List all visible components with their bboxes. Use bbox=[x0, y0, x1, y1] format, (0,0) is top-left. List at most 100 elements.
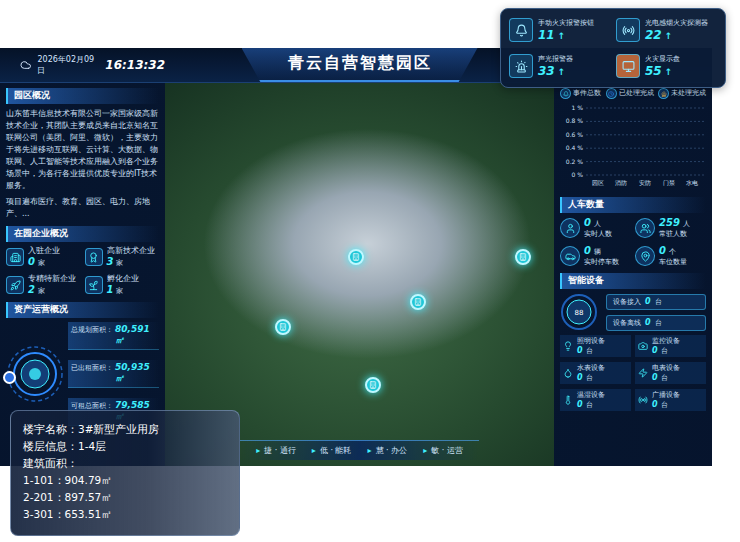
section-header: 在园企业概况 bbox=[6, 226, 159, 242]
enterprise-icon-box bbox=[6, 248, 24, 266]
device-icon bbox=[638, 341, 648, 351]
overview-text: 山东笛丰信息技术有限公司一家国家级高新技术企业，其团队主要成员来自北京知名互联网… bbox=[6, 108, 159, 192]
asset-section: 资产运营概况总规划面积：80,591㎡已出租面积：50,935㎡可租总面积：79… bbox=[6, 302, 159, 426]
value: 0 bbox=[577, 346, 583, 355]
value: 33 bbox=[538, 64, 555, 78]
enterprise-item: 入驻企业0家 bbox=[6, 246, 81, 268]
people-icon-box bbox=[635, 218, 655, 238]
unit: 个 bbox=[669, 247, 676, 257]
right-panel: 事件总数已处理完成未处理完成1 %0.8 %0.6 %0.4 %0.2 %0 %… bbox=[554, 83, 712, 466]
map-pin[interactable] bbox=[275, 319, 291, 335]
device-label: 水表设备 bbox=[577, 363, 605, 373]
enterprise-text: 孵化企业1家 bbox=[107, 274, 139, 296]
map-pin[interactable] bbox=[410, 294, 426, 310]
enterprise-value: 2家 bbox=[28, 284, 76, 296]
pill-value: 0 bbox=[645, 318, 651, 327]
legend-icon-box bbox=[560, 88, 571, 99]
enterprise-item: 高新技术企业3家 bbox=[85, 246, 160, 268]
x-tick: 门禁 bbox=[663, 179, 675, 186]
value: 0 bbox=[584, 217, 591, 228]
device-text: 温湿设备0台 bbox=[577, 390, 605, 410]
park-scene: ▸捷 · 通行 ▸ 低 · 能耗 ▸慧 · 办公 ▸敏 · 运营 bbox=[165, 83, 554, 466]
asset-label: 已出租面积： bbox=[71, 363, 113, 373]
trend: ↑ bbox=[558, 31, 566, 41]
people-label: 实时停车数 bbox=[584, 257, 619, 267]
device-text: 水表设备0台 bbox=[577, 363, 605, 383]
nav-item[interactable]: ▸捷 · 通行 bbox=[256, 445, 296, 456]
map-pin[interactable] bbox=[365, 377, 381, 393]
alarm-icon bbox=[515, 60, 528, 73]
device-value: 0台 bbox=[577, 400, 605, 410]
y-tick: 0.8 % bbox=[566, 117, 583, 124]
event-bar bbox=[596, 175, 600, 176]
unit: 台 bbox=[586, 373, 593, 383]
device-text: 电表设备0台 bbox=[652, 363, 680, 383]
nav-arrow: ▸ bbox=[312, 446, 316, 455]
section-header: 智能设备 bbox=[560, 273, 706, 289]
nav-item[interactable]: ▸ 低 · 能耗 bbox=[312, 445, 352, 456]
time: 16:13:32 bbox=[105, 58, 165, 72]
fire-alarm-card: 手动火灾报警按钮11↑光电感烟火灾探测器22↑声光报警器33↑火灾显示盘55↑ bbox=[500, 8, 726, 88]
event-bar bbox=[624, 175, 628, 176]
people-text: 0辆实时停车数 bbox=[584, 245, 619, 267]
enterprise-text: 入驻企业0家 bbox=[28, 246, 60, 268]
weather-icon bbox=[20, 59, 31, 71]
map-pin[interactable] bbox=[515, 249, 531, 265]
map-pin[interactable] bbox=[348, 249, 364, 265]
fire-text: 火灾显示盘55↑ bbox=[645, 54, 680, 78]
value: 55 bbox=[645, 64, 662, 78]
device-icon bbox=[563, 341, 573, 351]
trend: ↑ bbox=[665, 31, 673, 41]
fire-icon-box bbox=[616, 54, 640, 78]
section-header: 园区概况 bbox=[6, 88, 159, 104]
body: 园区概况山东笛丰信息技术有限公司一家国家级高新技术企业，其团队主要成员来自北京知… bbox=[0, 83, 712, 466]
park-image bbox=[165, 83, 554, 466]
overview-text: 项目遍布医疗、教育、园区、电力、房地产、... bbox=[6, 196, 159, 220]
alarm-icon bbox=[622, 60, 635, 73]
legend-label: 事件总数 bbox=[573, 89, 601, 98]
people-icon-box bbox=[635, 246, 655, 266]
fire-value: 22↑ bbox=[645, 28, 708, 42]
title-frame: 青云自营智慧园区 bbox=[242, 48, 478, 82]
fire-value: 33↑ bbox=[538, 64, 573, 78]
pill-unit: 台 bbox=[655, 318, 662, 328]
device-summary: 88设备接入0台设备离线0台 bbox=[560, 293, 706, 331]
device-text: 照明设备0台 bbox=[577, 336, 605, 356]
section-header: 资产运营概况 bbox=[6, 302, 159, 318]
value: 0 bbox=[659, 245, 666, 256]
trend: ↑ bbox=[558, 67, 566, 77]
legend-icon bbox=[661, 91, 667, 97]
nav-label: 低 · 能耗 bbox=[320, 445, 352, 456]
nav-label: 敏 · 运营 bbox=[431, 445, 463, 456]
device-pill: 设备离线0台 bbox=[606, 315, 706, 331]
device-section: 智能设备88设备接入0台设备离线0台照明设备0台监控设备0台水表设备0台电表设备… bbox=[560, 273, 706, 411]
enterprise-icon bbox=[88, 280, 99, 291]
grid-line bbox=[586, 108, 704, 109]
device-icon bbox=[638, 395, 648, 405]
people-label: 常驻人数 bbox=[659, 229, 690, 239]
fire-alarm-item: 光电感烟火灾探测器22↑ bbox=[616, 18, 717, 42]
grid-line bbox=[586, 161, 704, 162]
asset-label: 总规划面积： bbox=[71, 325, 113, 335]
enterprise-section: 在园企业概况入驻企业0家高新技术企业3家专精特新企业2家孵化企业1家 bbox=[6, 226, 159, 296]
edge-marker[interactable] bbox=[3, 371, 16, 384]
legend-item: 已处理完成 bbox=[606, 88, 654, 99]
device-label: 温湿设备 bbox=[577, 390, 605, 400]
y-tick: 0.6 % bbox=[566, 131, 583, 138]
pill-unit: 台 bbox=[655, 297, 662, 307]
nav-item[interactable]: ▸敏 · 运营 bbox=[423, 445, 463, 456]
y-tick: 0.2 % bbox=[566, 158, 583, 165]
fire-text: 手动火灾报警按钮11↑ bbox=[538, 18, 594, 42]
device-icon bbox=[563, 368, 573, 378]
people-text: 259人常驻人数 bbox=[659, 217, 690, 239]
legend-item: 事件总数 bbox=[560, 88, 601, 99]
building-line: 3-301：653.51㎡ bbox=[23, 506, 227, 523]
nav-item[interactable]: ▸慧 · 办公 bbox=[368, 445, 408, 456]
building-line: 1-101：904.79㎡ bbox=[23, 472, 227, 489]
grid-line bbox=[586, 175, 704, 176]
fire-alarm-item: 火灾显示盘55↑ bbox=[616, 54, 717, 78]
fire-text: 光电感烟火灾探测器22↑ bbox=[645, 18, 708, 42]
people-grid: 0人实时人数259人常驻人数0辆实时停车数0个车位数量 bbox=[560, 217, 706, 267]
device-item: 广播设备0台 bbox=[635, 389, 706, 411]
nav-label: 慧 · 办公 bbox=[376, 445, 408, 456]
